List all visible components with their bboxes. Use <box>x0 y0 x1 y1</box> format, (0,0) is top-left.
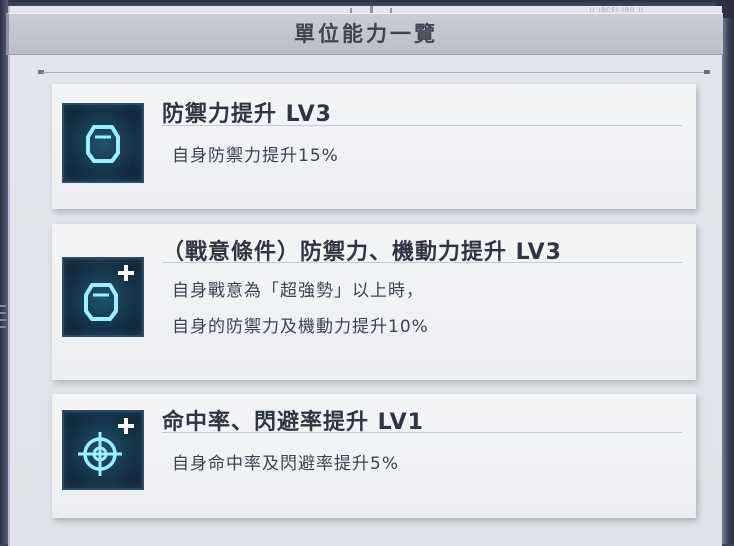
title-divider <box>42 72 706 73</box>
card-divider <box>162 125 682 126</box>
ability-card-accuracy-evasion[interactable]: 命中率、閃避率提升 LV1 自身命中率及閃避率提升5% <box>52 394 696 518</box>
frame-side-marks <box>0 300 8 380</box>
card-divider <box>162 432 682 433</box>
frame-left-edge <box>0 0 8 544</box>
page-title: 單位能力一覽 <box>294 22 438 46</box>
shield-plus-icon <box>62 257 144 337</box>
card-divider <box>162 262 682 263</box>
divider-cap-right <box>704 70 710 74</box>
ability-description: 自身防禦力提升15% <box>172 146 339 166</box>
crosshair-plus-icon <box>62 410 144 490</box>
title-bar: 單位能力一覽 <box>6 13 723 55</box>
ability-description: 自身命中率及閃避率提升5% <box>172 454 399 474</box>
ability-card-conditional-defense-mobility[interactable]: （戰意條件）防禦力、機動力提升 LV3 自身戰意為「超強勢」以上時， 自身的防禦… <box>52 224 696 380</box>
ability-title: 防禦力提升 LV3 <box>162 102 332 127</box>
frame-right-edge <box>720 0 734 544</box>
ability-description-line-2: 自身的防禦力及機動力提升10% <box>172 317 429 337</box>
ability-card-defense[interactable]: 防禦力提升 LV3 自身防禦力提升15% <box>52 84 696 209</box>
shield-icon <box>62 103 144 183</box>
ability-description-line-1: 自身戰意為「超強勢」以上時， <box>172 281 424 301</box>
